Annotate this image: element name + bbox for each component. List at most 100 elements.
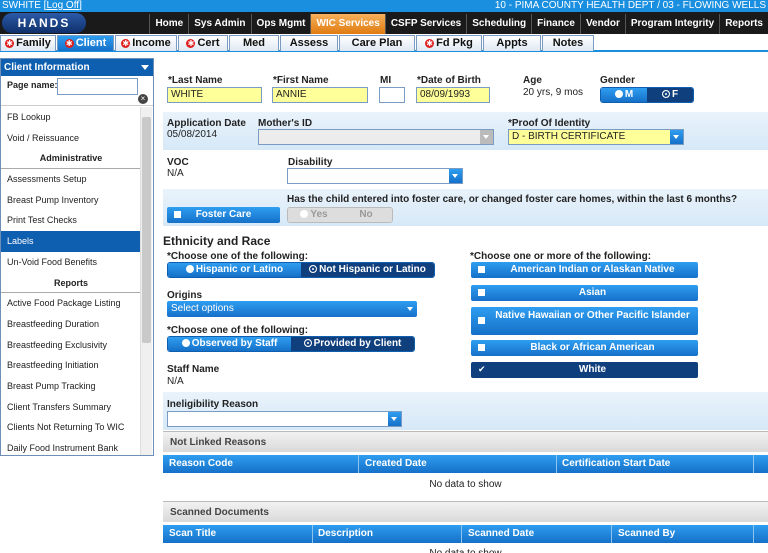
column-scan-title[interactable]: Scan Title: [169, 525, 216, 543]
column-created-date[interactable]: Created Date: [365, 455, 427, 473]
nav-csfp-services[interactable]: CSFP Services: [384, 14, 466, 34]
race-option-native-hawaiian-or-other-pacific-islander[interactable]: Native Hawaiian or Other Pacific Islande…: [471, 307, 698, 335]
tab-appts[interactable]: Appts: [483, 35, 541, 51]
ethnicity-toggle: Hispanic or Latino Not Hispanic or Latin…: [167, 262, 435, 278]
alert-icon: ✱: [186, 39, 196, 48]
race-label: Black or African American: [530, 342, 655, 353]
tab-cert[interactable]: ✱ Cert: [178, 35, 228, 51]
sidebar-item-void-reissuance[interactable]: Void / Reissuance: [1, 128, 141, 149]
observed-by-staff-option[interactable]: Observed by Staff: [168, 337, 291, 351]
tab-med[interactable]: Med: [229, 35, 279, 51]
sidebar-item-breastfeeding-initiation[interactable]: Breastfeeding Initiation: [1, 355, 141, 376]
sidebar-item-client-transfers-summary[interactable]: Client Transfers Summary: [1, 397, 141, 418]
sidebar-item-active-food-package-listing[interactable]: Active Food Package Listing: [1, 293, 141, 314]
sidebar-item-breast-pump-tracking[interactable]: Breast Pump Tracking: [1, 376, 141, 397]
tab-notes[interactable]: Notes: [542, 35, 594, 51]
chevron-down-icon[interactable]: [449, 169, 462, 183]
nav-scheduling[interactable]: Scheduling: [466, 14, 531, 34]
sidebar-item-clients-not-returning-to-wic[interactable]: Clients Not Returning To WIC: [1, 417, 141, 438]
sidebar-item-labels[interactable]: Labels: [1, 231, 141, 252]
not-hispanic-option[interactable]: Not Hispanic or Latino: [301, 263, 434, 277]
race-label: White: [578, 364, 607, 375]
gender-m-option[interactable]: M: [601, 88, 647, 102]
tab-label: Assess: [289, 37, 329, 49]
chevron-down-icon[interactable]: [141, 65, 149, 70]
sidebar-item-assessments-setup[interactable]: Assessments Setup: [1, 169, 141, 190]
page-name-input[interactable]: [57, 78, 138, 95]
sidebar-list: FB Lookup Void / Reissuance Administrative…: [1, 107, 141, 455]
mi-label: MI: [380, 75, 392, 86]
foster-yes-option[interactable]: Yes: [288, 208, 340, 222]
disability-select[interactable]: [287, 168, 463, 184]
sidebar-item-breastfeeding-exclusivity[interactable]: Breastfeeding Exclusivity: [1, 335, 141, 356]
origins-multiselect[interactable]: Select options: [167, 301, 417, 317]
tab-label: Client: [75, 37, 107, 49]
tab-client[interactable]: ✱ Client: [57, 35, 114, 51]
ineligibility-reason-label: Ineligibility Reason: [167, 399, 259, 410]
provided-by-client-option[interactable]: Provided by Client: [291, 337, 414, 351]
column-scanned-by[interactable]: Scanned By: [618, 525, 675, 543]
race-option-american-indian-or-alaskan-native[interactable]: American Indian or Alaskan Native: [471, 262, 698, 278]
ethnicity-race-heading: Ethnicity and Race: [163, 234, 271, 248]
nav-vendor[interactable]: Vendor: [579, 14, 625, 34]
last-name-field[interactable]: WHITE: [167, 87, 262, 103]
ineligibility-reason-select[interactable]: [167, 411, 402, 427]
sidebar-item-breast-pump-inventory[interactable]: Breast Pump Inventory: [1, 190, 141, 211]
foster-no-option[interactable]: No: [340, 208, 392, 222]
column-cert-start-date[interactable]: Certification Start Date: [562, 455, 670, 473]
first-name-field[interactable]: ANNIE: [272, 87, 368, 103]
nav-wic-services[interactable]: WIC Services: [310, 14, 385, 34]
sidebar-item-print-test-checks[interactable]: Print Test Checks: [1, 210, 141, 231]
sidebar-item-fb-lookup[interactable]: FB Lookup: [1, 107, 141, 128]
tab-assess[interactable]: Assess: [280, 35, 338, 51]
tab-family[interactable]: ✱ Family: [0, 35, 56, 51]
user-info: SWHITE [Log Off]: [2, 0, 82, 11]
sidebar-section-header: Reports: [1, 273, 141, 294]
sidebar-header[interactable]: Client Information: [1, 59, 153, 76]
tab-label: Med: [243, 37, 265, 49]
dob-field[interactable]: 08/09/1993: [416, 87, 490, 103]
gender-f-option[interactable]: F: [647, 88, 693, 102]
hands-logo: HANDS: [2, 13, 86, 33]
radio-icon: [300, 210, 309, 218]
sidebar-item-breastfeeding-duration[interactable]: Breastfeeding Duration: [1, 314, 141, 335]
tab-care-plan[interactable]: Care Plan: [339, 35, 415, 51]
department-label: 10 - PIMA COUNTY HEALTH DEPT / 03 - FLOW…: [494, 0, 766, 11]
race-option-black-or-african-american[interactable]: Black or African American: [471, 340, 698, 356]
nav-reports[interactable]: Reports: [719, 14, 768, 34]
nav-finance[interactable]: Finance: [531, 14, 580, 34]
race-option-asian[interactable]: Asian: [471, 285, 698, 301]
column-description[interactable]: Description: [318, 525, 373, 543]
proof-of-identity-select[interactable]: D - BIRTH CERTIFICATE: [508, 129, 684, 145]
username: SWHITE: [2, 0, 41, 11]
module-tabs: ✱ Family ✱ Client ✱ Income ✱ Cert Med Assess Care …: [0, 35, 768, 52]
sidebar-item-daily-food-instrument-bank[interactable]: Daily Food Instrument Bank: [1, 438, 141, 455]
chevron-down-icon[interactable]: [388, 412, 401, 426]
scrollbar-thumb[interactable]: [142, 117, 151, 343]
sidebar: Client Information Page name: × FB Looku…: [0, 58, 154, 456]
sidebar-section-header: Administrative: [1, 148, 141, 170]
race-option-white[interactable]: ✔ White: [471, 362, 698, 378]
not-linked-grid-header: Reason Code Created Date Certification S…: [163, 455, 768, 473]
staff-name-label: Staff Name: [167, 364, 220, 375]
last-name-label: *Last Name: [168, 75, 223, 86]
nav-sys-admin[interactable]: Sys Admin: [188, 14, 250, 34]
sidebar-item-un-void-food-benefits[interactable]: Un-Void Food Benefits: [1, 252, 141, 273]
clear-icon[interactable]: ×: [138, 94, 148, 104]
mi-field[interactable]: [379, 87, 405, 103]
race-label: Asian: [578, 287, 607, 298]
nav-ops-mgmt[interactable]: Ops Mgmt: [250, 14, 311, 34]
column-reason-code[interactable]: Reason Code: [169, 455, 233, 473]
nav-home[interactable]: Home: [149, 14, 188, 34]
logoff-link[interactable]: Log Off: [46, 0, 79, 11]
column-scanned-date[interactable]: Scanned Date: [468, 525, 534, 543]
chevron-down-icon: [480, 130, 493, 144]
foster-care-checkbox[interactable]: Foster Care: [167, 207, 280, 223]
radio-selected-icon: [309, 265, 318, 273]
tab-fd-pkg[interactable]: ✱ Fd Pkg: [416, 35, 482, 51]
nav-program-integrity[interactable]: Program Integrity: [624, 14, 719, 34]
sidebar-scrollbar[interactable]: [140, 107, 152, 455]
chevron-down-icon[interactable]: [670, 130, 683, 144]
hispanic-option[interactable]: Hispanic or Latino: [168, 263, 301, 277]
tab-income[interactable]: ✱ Income: [115, 35, 177, 51]
